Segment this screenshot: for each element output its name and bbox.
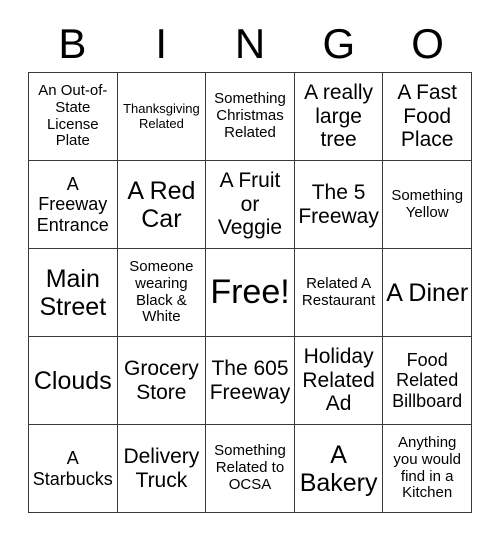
header-letter-o: O xyxy=(411,20,444,67)
header-letter-b: B xyxy=(58,20,87,67)
bingo-cell[interactable]: A Fruit or Veggie xyxy=(206,161,295,249)
bingo-cell-label: The 5 Freeway xyxy=(298,180,379,228)
bingo-cell[interactable]: An Out-of-State License Plate xyxy=(29,73,118,161)
bingo-cell-label: Holiday Related Ad xyxy=(302,345,375,416)
header-letter-i: I xyxy=(155,20,168,67)
bingo-cell[interactable]: The 605 Freeway xyxy=(206,337,295,425)
header-letter-g: G xyxy=(322,20,356,67)
bingo-cell-label: Something Related to OCSA xyxy=(214,442,286,493)
bingo-cell-label: Clouds xyxy=(33,366,112,395)
bingo-cell[interactable]: Something Yellow xyxy=(383,161,472,249)
bingo-cell-label: A Red Car xyxy=(127,176,196,233)
bingo-card: B I N G O An Out-of-State License Plate … xyxy=(0,0,500,544)
bingo-cell[interactable]: Holiday Related Ad xyxy=(294,337,384,425)
bingo-cell[interactable]: Clouds xyxy=(29,337,118,425)
bingo-header: B I N G O xyxy=(28,18,472,70)
bingo-cell[interactable]: Anything you would find in a Kitchen xyxy=(383,425,472,513)
bingo-cell-label: Delivery Truck xyxy=(123,444,200,492)
bingo-cell-label: Thanksgiving Related xyxy=(123,100,200,131)
bingo-grid: An Out-of-State License Plate Thanksgivi… xyxy=(28,72,472,513)
bingo-cell[interactable]: A Freeway Entrance xyxy=(29,161,118,249)
bingo-cell[interactable]: Grocery Store xyxy=(117,337,207,425)
bingo-cell[interactable]: Related A Restaurant xyxy=(294,249,384,337)
bingo-cell[interactable]: A Starbucks xyxy=(29,425,118,513)
bingo-cell-label: The 605 Freeway xyxy=(209,356,291,404)
bingo-cell-label: Anything you would find in a Kitchen xyxy=(393,433,461,502)
bingo-cell[interactable]: Something Related to OCSA xyxy=(206,425,295,513)
bingo-cell-label: Free! xyxy=(210,273,290,312)
bingo-cell-label: Grocery Store xyxy=(124,356,199,404)
bingo-cell-label: Something Yellow xyxy=(391,186,464,221)
bingo-cell[interactable]: A Fast Food Place xyxy=(383,73,472,161)
bingo-cell-label: A Fruit or Veggie xyxy=(217,169,283,240)
bingo-cell-label: A Freeway Entrance xyxy=(36,174,109,235)
bingo-cell-label: A Diner xyxy=(386,278,469,307)
bingo-cell-label: A really large tree xyxy=(304,81,374,152)
bingo-cell-label: Something Christmas Related xyxy=(214,90,286,141)
bingo-cell[interactable]: Food Related Billboard xyxy=(383,337,472,425)
bingo-cell[interactable]: Something Christmas Related xyxy=(206,73,295,161)
bingo-cell[interactable]: Thanksgiving Related xyxy=(117,73,207,161)
bingo-cell[interactable]: A really large tree xyxy=(294,73,384,161)
header-letter-n: N xyxy=(234,20,266,67)
bingo-cell[interactable]: A Diner xyxy=(383,249,472,337)
bingo-cell-label: Someone wearing Black & White xyxy=(129,257,194,326)
bingo-cell[interactable]: Delivery Truck xyxy=(117,425,207,513)
bingo-cell-label: A Starbucks xyxy=(32,448,113,489)
bingo-cell[interactable]: Someone wearing Black & White xyxy=(117,249,207,337)
bingo-cell-label: An Out-of-State License Plate xyxy=(38,81,108,150)
bingo-cell-label: Related A Restaurant xyxy=(301,274,376,309)
bingo-cell-label: A Fast Food Place xyxy=(397,81,457,152)
bingo-cell[interactable]: The 5 Freeway xyxy=(294,161,384,249)
bingo-cell-label: A Bakery xyxy=(299,440,378,497)
bingo-cell-free[interactable]: Free! xyxy=(206,249,295,337)
bingo-cell[interactable]: A Bakery xyxy=(294,425,384,513)
bingo-cell[interactable]: A Red Car xyxy=(117,161,207,249)
bingo-cell-label: Food Related Billboard xyxy=(392,350,463,411)
bingo-cell[interactable]: Main Street xyxy=(29,249,118,337)
bingo-cell-label: Main Street xyxy=(39,264,107,321)
